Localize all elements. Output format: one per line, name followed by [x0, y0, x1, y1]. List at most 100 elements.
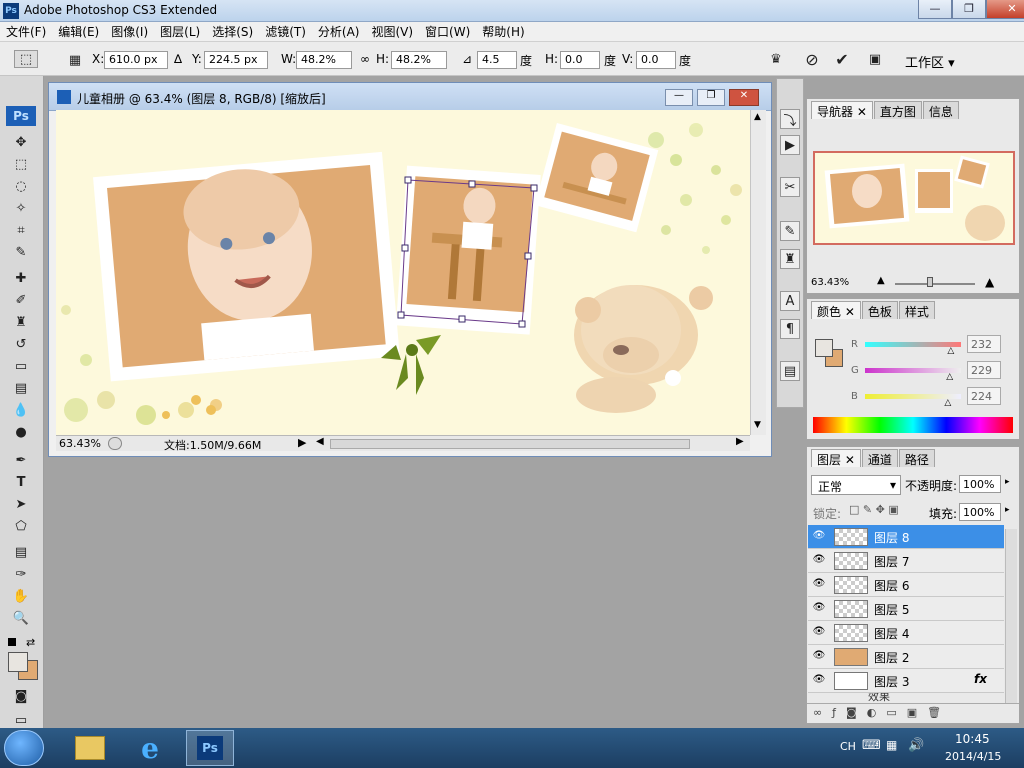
tab-paths[interactable]: 路径: [898, 449, 935, 467]
zoom-in-icon[interactable]: ▲: [985, 275, 994, 289]
layer-style-icon[interactable]: ƒ: [832, 706, 846, 719]
menu-select[interactable]: 选择(S): [206, 23, 259, 40]
hand-tool-icon[interactable]: ✋: [8, 586, 34, 606]
visibility-eye-icon[interactable]: 👁: [811, 554, 827, 568]
layer-row[interactable]: 👁 图层 5: [808, 597, 1004, 621]
height-scale-field[interactable]: 48.2%: [391, 51, 447, 69]
opacity-arrow-icon[interactable]: ▸: [1005, 477, 1010, 487]
width-scale-field[interactable]: 48.2%: [296, 51, 352, 69]
minimize-button[interactable]: —: [918, 0, 952, 19]
doc-close-button[interactable]: ✕: [729, 89, 759, 106]
b-slider-handle[interactable]: △: [944, 398, 951, 408]
fill-field[interactable]: 100%: [959, 503, 1001, 521]
workspace-menu[interactable]: 工作区 ▾: [905, 52, 955, 71]
vertical-skew-field[interactable]: 0.0: [636, 51, 676, 69]
default-colors-icon[interactable]: [8, 638, 16, 646]
layer-name[interactable]: 图层 7: [874, 553, 909, 570]
scroll-right-arrow-icon[interactable]: ▶: [736, 436, 744, 447]
slice-tool-icon[interactable]: ✎: [8, 242, 34, 262]
delete-layer-icon[interactable]: 🗑: [927, 706, 951, 719]
visibility-eye-icon[interactable]: 👁: [811, 578, 827, 592]
tab-info[interactable]: 信息: [922, 101, 959, 119]
tab-navigator[interactable]: 导航器 ✕: [811, 101, 873, 119]
scroll-up-arrow-icon[interactable]: ▲: [754, 112, 761, 122]
scroll-down-arrow-icon[interactable]: ▼: [754, 420, 761, 430]
layer-effects-icon[interactable]: fx: [974, 672, 987, 686]
navigator-preview[interactable]: [813, 151, 1015, 245]
navigator-zoom[interactable]: 63.43%: [811, 277, 849, 288]
color-spectrum-bar[interactable]: [813, 417, 1013, 433]
tab-layers[interactable]: 图层 ✕: [811, 449, 861, 467]
new-layer-icon[interactable]: ▣: [907, 706, 927, 719]
layer-comps-icon[interactable]: ▤: [780, 361, 800, 381]
commit-transform-icon[interactable]: ✔: [832, 49, 852, 69]
layer-row[interactable]: 👁 图层 7: [808, 549, 1004, 573]
document-canvas[interactable]: [56, 110, 750, 435]
history-panel-icon[interactable]: ⤵: [780, 109, 800, 129]
layer-row[interactable]: 👁 图层 2: [808, 645, 1004, 669]
g-value-field[interactable]: 229: [967, 361, 1001, 379]
add-mask-icon[interactable]: ◙: [846, 706, 867, 719]
tab-channels[interactable]: 通道: [861, 449, 898, 467]
visibility-eye-icon[interactable]: 👁: [811, 530, 827, 544]
menu-help[interactable]: 帮助(H): [476, 23, 530, 40]
zoom-level[interactable]: 63.43%: [59, 437, 101, 450]
tab-styles[interactable]: 样式: [898, 301, 935, 319]
x-position-field[interactable]: 610.0 px: [104, 51, 168, 69]
scroll-left-arrow-icon[interactable]: ◀: [316, 436, 324, 447]
layer-row[interactable]: 👁 图层 3 fx: [808, 669, 1004, 693]
b-value-field[interactable]: 224: [967, 387, 1001, 405]
menu-view[interactable]: 视图(V): [365, 23, 419, 40]
close-button[interactable]: ✕: [986, 0, 1024, 19]
gradient-tool-icon[interactable]: ▤: [8, 378, 34, 398]
clone-stamp-icon[interactable]: ♜: [8, 312, 34, 332]
doc-minimize-button[interactable]: —: [665, 89, 693, 106]
menu-analysis[interactable]: 分析(A): [312, 23, 366, 40]
layer-row[interactable]: 👁 图层 8: [808, 525, 1004, 549]
healing-brush-icon[interactable]: ✚: [8, 268, 34, 288]
crop-tool-icon[interactable]: ⌗: [8, 220, 34, 240]
volume-icon[interactable]: 🔊: [908, 738, 924, 753]
zoom-tool-icon[interactable]: 🔍: [8, 608, 34, 628]
screen-mode-icon[interactable]: ▭: [8, 710, 34, 730]
brushes-panel-icon[interactable]: ✎: [780, 221, 800, 241]
start-button[interactable]: [4, 730, 44, 766]
input-language[interactable]: CH: [840, 740, 856, 753]
menu-layer[interactable]: 图层(L): [154, 23, 206, 40]
r-value-field[interactable]: 232: [967, 335, 1001, 353]
keyboard-icon[interactable]: ⌨: [862, 738, 881, 753]
layer-name[interactable]: 图层 8: [874, 529, 909, 546]
layer-name[interactable]: 图层 5: [874, 601, 909, 618]
clock-date[interactable]: 2014/4/15: [945, 750, 1001, 763]
menu-file[interactable]: 文件(F): [0, 23, 52, 40]
actions-panel-icon[interactable]: ▶: [780, 135, 800, 155]
horizontal-skew-field[interactable]: 0.0: [560, 51, 600, 69]
paragraph-panel-icon[interactable]: ¶: [780, 319, 800, 339]
magic-wand-tool-icon[interactable]: ✧: [8, 198, 34, 218]
layer-row[interactable]: 👁 图层 6: [808, 573, 1004, 597]
explorer-taskbar-icon[interactable]: [66, 730, 114, 766]
network-icon[interactable]: ▦: [886, 738, 897, 752]
eyedropper-tool-icon[interactable]: ✑: [8, 564, 34, 584]
zoom-out-icon[interactable]: ▲: [877, 275, 885, 286]
doc-restore-button[interactable]: ❐: [697, 89, 725, 106]
visibility-eye-icon[interactable]: 👁: [811, 674, 827, 688]
visibility-eye-icon[interactable]: 👁: [811, 650, 827, 664]
zoom-slider-handle[interactable]: [927, 277, 933, 287]
vertical-scrollbar[interactable]: ▲ ▼: [750, 110, 766, 435]
layer-row[interactable]: 👁 图层 4: [808, 621, 1004, 645]
visibility-eye-icon[interactable]: 👁: [811, 602, 827, 616]
type-tool-icon[interactable]: T: [8, 472, 34, 492]
status-arrow-icon[interactable]: ▶: [298, 436, 306, 449]
character-panel-icon[interactable]: A: [780, 291, 800, 311]
status-menu-icon[interactable]: [108, 437, 122, 450]
shape-tool-icon[interactable]: ⬠: [8, 516, 34, 536]
transform-tool-preset-icon[interactable]: ⬚: [14, 50, 38, 68]
photoshop-taskbar-button[interactable]: Ps: [186, 730, 234, 766]
document-title-bar[interactable]: 儿童相册 @ 63.4% (图层 8, RGB/8) [缩放后] — ❐ ✕: [49, 83, 771, 111]
notes-tool-icon[interactable]: ▤: [8, 542, 34, 562]
quick-mask-icon[interactable]: ◙: [8, 686, 34, 706]
tab-histogram[interactable]: 直方图: [873, 101, 922, 119]
menu-image[interactable]: 图像(I): [105, 23, 154, 40]
menu-edit[interactable]: 编辑(E): [52, 23, 105, 40]
